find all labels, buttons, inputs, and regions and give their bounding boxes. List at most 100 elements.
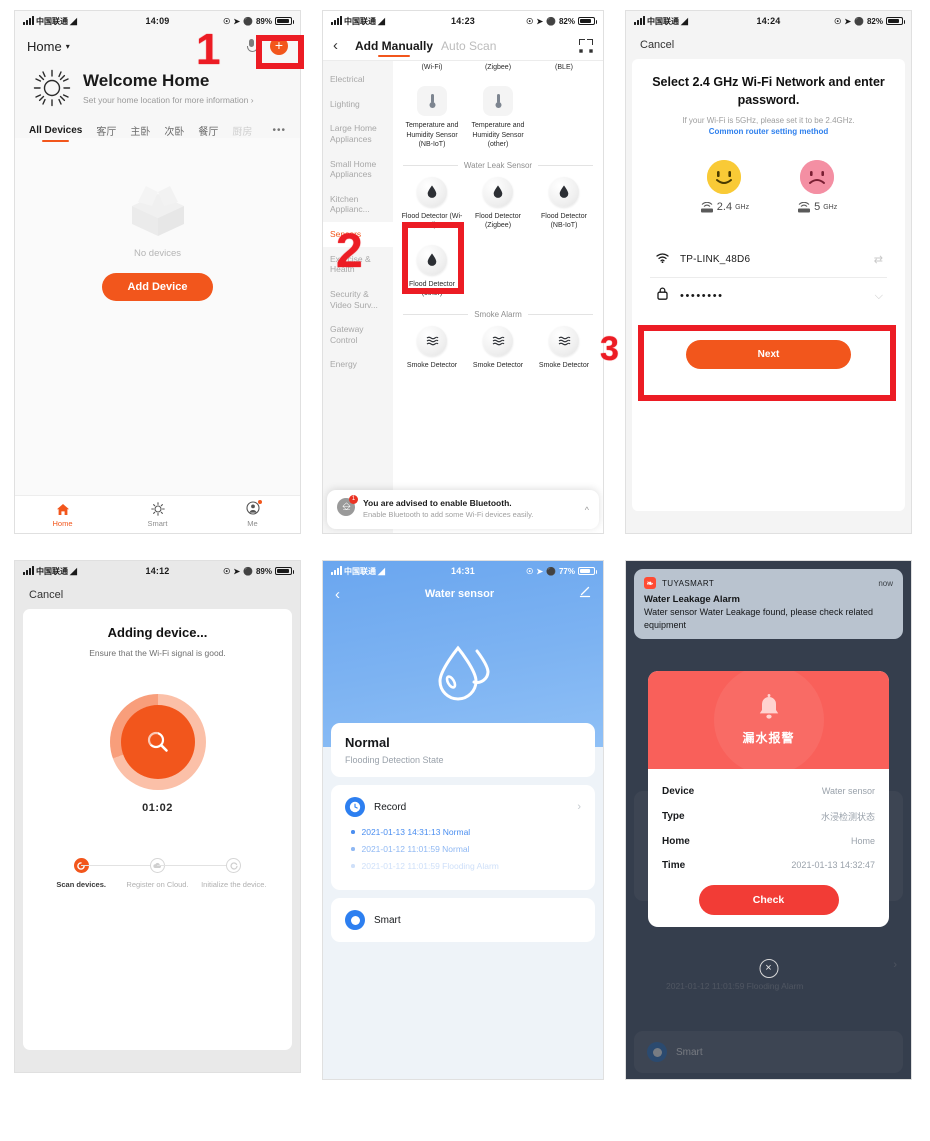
water-sensor-sheet: Normal Flooding Detection State Record ›… xyxy=(323,723,603,1079)
cancel-button[interactable]: Cancel xyxy=(640,39,674,51)
step-register-cloud: Register on Cloud. xyxy=(119,858,234,890)
flood-devices-row-1: Flood Detector (Wi-Fi) Flood Detector (Z… xyxy=(399,171,597,239)
alarm-row-home: Home Home xyxy=(662,829,875,853)
add-device-button[interactable]: Add Device xyxy=(101,273,214,301)
partial-labels-row: (Wi-Fi) (Zigbee) (BLE) xyxy=(399,63,597,80)
add-device-plus-button[interactable]: + xyxy=(270,37,288,55)
happy-face-icon xyxy=(707,160,742,195)
panel-add-device-manually: 中国联通 ◢ 14:23 ☉ ➤ ⚫ 82% ‹ Add Manually Au… xyxy=(322,10,604,534)
screenshot-grid: 中国联通 ◢ 14:09 ☉ ➤ ⚫ 89% Home ▾ + Welcome … xyxy=(0,0,930,1141)
band-5ghz: 5 GHz xyxy=(797,160,837,213)
empty-state-label: No devices xyxy=(134,248,181,259)
category-lighting[interactable]: Lighting xyxy=(323,92,393,117)
pencil-icon[interactable] xyxy=(579,585,591,603)
device-flood-detector-nbiot[interactable]: Flood Detector (NB-IoT) xyxy=(531,171,597,239)
push-notification[interactable]: ❧ TUYASMART now Water Leakage Alarm Wate… xyxy=(634,569,903,640)
notification-header: ❧ TUYASMART now xyxy=(644,577,893,589)
alarm-row-value: Water sensor xyxy=(821,786,875,796)
category-security-video[interactable]: Security & Video Surv... xyxy=(323,282,393,317)
back-button[interactable]: ‹ xyxy=(333,37,347,54)
home-selector[interactable]: Home ▾ xyxy=(27,39,70,54)
tabbar-item-me[interactable]: Me xyxy=(205,500,300,528)
tab-all-devices[interactable]: All Devices xyxy=(29,125,82,142)
category-large-home-appliances[interactable]: Large Home Appliances xyxy=(323,116,393,151)
router-setting-link[interactable]: Common router setting method xyxy=(650,127,887,136)
alarm-row-key: Type xyxy=(662,810,685,822)
category-electrical[interactable]: Electrical xyxy=(323,67,393,92)
panel-water-leak-alarm: 2021-01-12 11:01:59 Flooding Alarm › Sma… xyxy=(625,560,912,1080)
partial-label-wifi-cell: (Wi-Fi) xyxy=(399,63,465,80)
tab-add-manually[interactable]: Add Manually xyxy=(355,39,433,57)
smart-card[interactable]: Smart xyxy=(331,898,595,942)
device-temp-humidity-nbiot[interactable]: Temperature and Humidity Sensor (NB-IoT) xyxy=(399,80,465,157)
device-flood-detector-other[interactable]: Flood Detector (other) xyxy=(399,239,465,307)
tab-second-bedroom[interactable]: 次卧 xyxy=(164,123,184,138)
tab-auto-scan[interactable]: Auto Scan xyxy=(441,39,496,53)
eye-off-icon[interactable]: ⌵ xyxy=(875,290,883,303)
cancel-bar: Cancel xyxy=(626,31,911,59)
scan-frame-icon[interactable] xyxy=(579,38,593,53)
category-gateway-control[interactable]: Gateway Control xyxy=(323,317,393,352)
tabbar-item-home[interactable]: Home xyxy=(15,502,110,528)
chevron-up-icon[interactable]: ^ xyxy=(585,505,589,515)
adding-title: Adding device... xyxy=(107,625,208,640)
status-bar: 中国联通 ◢ 14:12 ☉ ➤ ⚫ 89% xyxy=(15,561,300,581)
alarm-row-value: Home xyxy=(850,836,875,846)
profile-icon xyxy=(205,500,300,517)
alarm-icon: ☉ xyxy=(223,566,231,576)
password-row[interactable]: •••••••• ⌵ xyxy=(650,277,887,314)
tabbar-label-smart: Smart xyxy=(147,518,168,528)
device-flood-detector-zigbee[interactable]: Flood Detector (Zigbee) xyxy=(465,171,531,239)
ssid-row[interactable]: TP-LINK_48D6 ⇄ xyxy=(650,241,887,277)
alarm-modal-header: 漏水报警 xyxy=(648,671,889,775)
home-top-nav: Home ▾ + xyxy=(15,31,300,61)
device-smoke-detector-3[interactable]: Smoke Detector xyxy=(531,320,597,378)
thermometer-icon xyxy=(483,86,513,117)
category-kitchen-appliances[interactable]: Kitchen Applianc... xyxy=(323,187,393,222)
close-x-icon[interactable]: × xyxy=(759,959,778,978)
band-5ghz-label: 5 GHz xyxy=(797,201,837,213)
device-smoke-detector-2[interactable]: Smoke Detector xyxy=(465,320,531,378)
tab-master-bedroom[interactable]: 主卧 xyxy=(130,123,150,138)
step-label: Register on Cloud. xyxy=(126,880,189,889)
device-temp-humidity-other[interactable]: Temperature and Humidity Sensor (other) xyxy=(465,80,531,157)
switch-network-icon[interactable]: ⇄ xyxy=(874,253,883,266)
divider-line xyxy=(403,313,469,315)
category-small-home-appliances[interactable]: Small Home Appliances xyxy=(323,152,393,187)
state-value: Normal xyxy=(345,735,390,750)
tabs-more-button[interactable]: ••• xyxy=(272,125,286,136)
adding-subtitle: Ensure that the Wi-Fi signal is good. xyxy=(89,648,226,658)
device-flood-detector-wifi[interactable]: Flood Detector (Wi-Fi) xyxy=(399,171,465,239)
tab-living-room[interactable]: 客厅 xyxy=(96,123,116,138)
device-label: Flood Detector (NB-IoT) xyxy=(541,212,587,230)
tabbar-item-smart[interactable]: Smart xyxy=(110,502,205,528)
sun-icon xyxy=(31,67,73,109)
next-button[interactable]: Next xyxy=(686,340,851,370)
chevron-right-icon: › xyxy=(250,95,254,105)
password-input[interactable]: •••••••• xyxy=(680,290,865,302)
cancel-button[interactable]: Cancel xyxy=(29,589,63,601)
bluetooth-advice-banner[interactable]: ⎒ You are advised to enable Bluetooth. E… xyxy=(327,490,599,529)
record-header[interactable]: Record › xyxy=(345,797,581,817)
device-smoke-detector-1[interactable]: Smoke Detector xyxy=(399,320,465,378)
step-label: Initialize the device. xyxy=(201,880,267,889)
panel-wifi-setup: 中国联通 ◢ 14:24 ☉ ➤ ⚫ 82% Cancel Select 2.4… xyxy=(625,10,912,534)
chevron-right-icon[interactable]: › xyxy=(577,801,581,813)
record-card[interactable]: Record › 2021-01-13 14:31:13 Normal 2021… xyxy=(331,785,595,890)
alarm-icon: ☉ xyxy=(223,16,231,26)
alarm-row-device: Device Water sensor xyxy=(662,779,875,803)
mic-icon[interactable] xyxy=(246,39,258,53)
alarm-row-key: Home xyxy=(662,835,690,847)
state-label: Flooding Detection State xyxy=(345,755,444,765)
category-energy[interactable]: Energy xyxy=(323,352,393,377)
smart-toggle-icon xyxy=(345,910,365,930)
scan-progress-indicator xyxy=(109,694,206,790)
do-not-disturb-icon: ⚫ xyxy=(243,566,253,576)
battery-percent-label: 82% xyxy=(866,16,883,26)
ssid-input[interactable]: TP-LINK_48D6 xyxy=(680,254,864,265)
tab-dining-room[interactable]: 餐厅 xyxy=(198,123,218,138)
tab-kitchen[interactable]: 厨房 xyxy=(232,123,252,138)
check-button[interactable]: Check xyxy=(698,885,839,915)
smart-row[interactable]: Smart xyxy=(345,910,581,930)
welcome-subtitle[interactable]: Set your home location for more informat… xyxy=(83,95,254,105)
